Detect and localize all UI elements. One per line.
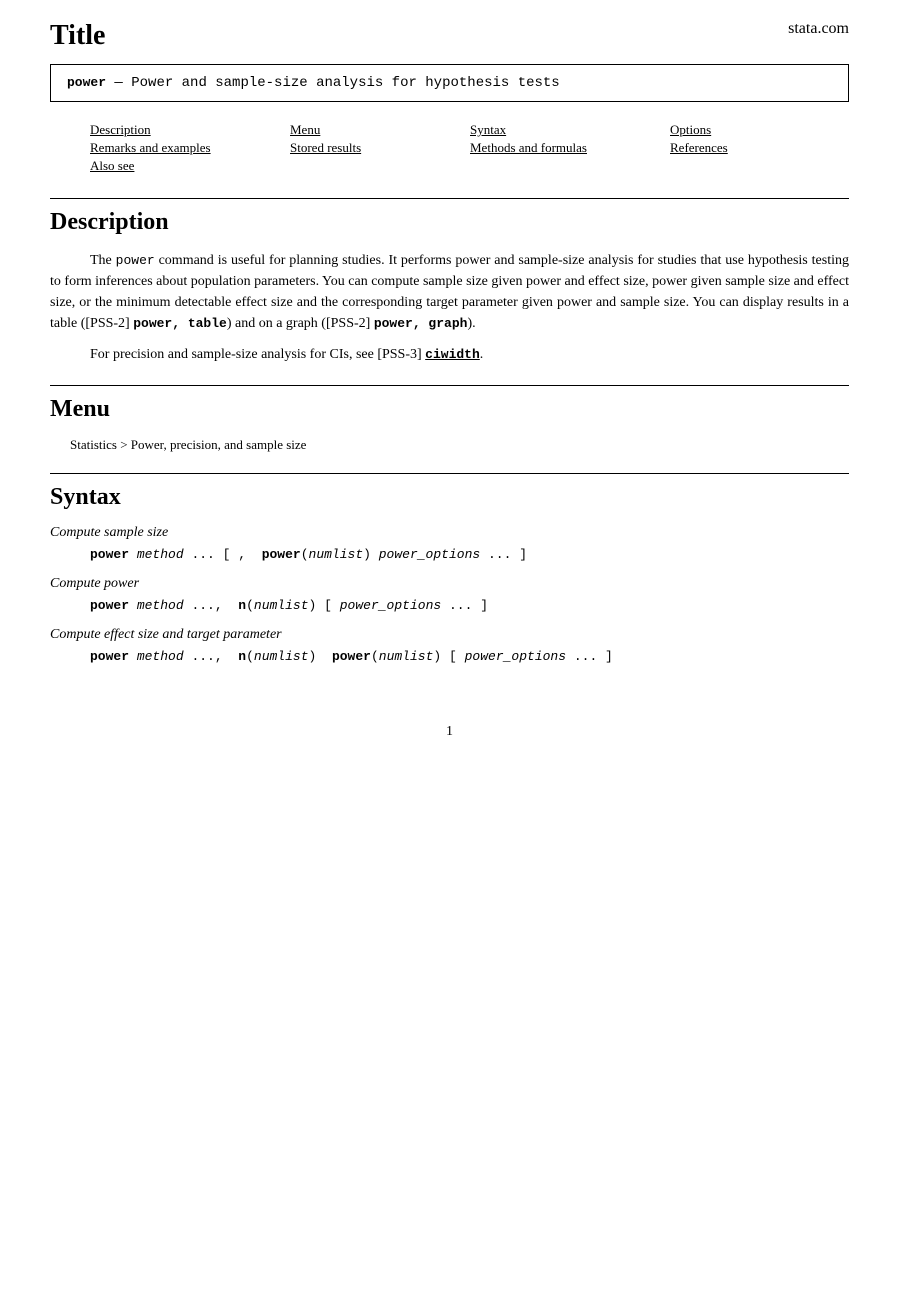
stata-logo: stata.com	[788, 20, 849, 38]
page-number: 1	[446, 724, 453, 739]
description-paragraph2: For precision and sample-size analysis f…	[50, 344, 849, 365]
syntax-code-2: power method ..., n(numlist) [ power_opt…	[90, 598, 849, 613]
page-footer: 1	[50, 724, 849, 740]
menu-divider	[50, 385, 849, 386]
description-section: Description The power command is useful …	[50, 198, 849, 365]
nav-methods[interactable]: Methods and formulas	[470, 140, 670, 156]
title-box: power — Power and sample-size analysis f…	[50, 64, 849, 102]
page-title: Title	[50, 20, 105, 52]
command-name: power	[67, 75, 106, 90]
nav-description[interactable]: Description	[90, 122, 290, 138]
nav-syntax[interactable]: Syntax	[470, 122, 670, 138]
ciwidth-ref: ciwidth	[425, 347, 480, 362]
menu-heading: Menu	[50, 396, 849, 423]
nav-references[interactable]: References	[670, 140, 830, 156]
description-paragraph1: The power command is useful for planning…	[50, 250, 849, 334]
nav-table: Description Menu Syntax Options Remarks …	[90, 122, 849, 174]
menu-path: Statistics > Power, precision, and sampl…	[70, 437, 849, 453]
nav-also-see[interactable]: Also see	[90, 158, 290, 174]
description-divider	[50, 198, 849, 199]
nav-remarks[interactable]: Remarks and examples	[90, 140, 290, 156]
nav-stored-results[interactable]: Stored results	[290, 140, 470, 156]
title-box-text: power — Power and sample-size analysis f…	[67, 75, 560, 91]
power-graph-ref: power, graph	[374, 316, 468, 331]
syntax-block-3: Compute effect size and target parameter…	[50, 627, 849, 664]
title-dash: —	[114, 75, 122, 91]
syntax-heading: Syntax	[50, 484, 849, 511]
nav-options[interactable]: Options	[670, 122, 830, 138]
syntax-code-3: power method ..., n(numlist) power(numli…	[90, 649, 849, 664]
power-table-ref: power, table	[133, 316, 227, 331]
syntax-divider	[50, 473, 849, 474]
syntax-label-1: Compute sample size	[50, 525, 849, 541]
description-heading: Description	[50, 209, 849, 236]
syntax-section: Syntax Compute sample size power method …	[50, 473, 849, 664]
syntax-block-2: Compute power power method ..., n(numlis…	[50, 576, 849, 613]
page-header: Title stata.com	[50, 20, 849, 52]
syntax-code-1: power method ... [ , power(numlist) powe…	[90, 547, 849, 562]
syntax-label-2: Compute power	[50, 576, 849, 592]
syntax-label-3: Compute effect size and target parameter	[50, 627, 849, 643]
title-description: Power and sample-size analysis for hypot…	[131, 75, 559, 91]
power-cmd-inline: power	[116, 253, 155, 268]
menu-section: Menu Statistics > Power, precision, and …	[50, 385, 849, 453]
nav-menu[interactable]: Menu	[290, 122, 470, 138]
syntax-block-1: Compute sample size power method ... [ ,…	[50, 525, 849, 562]
